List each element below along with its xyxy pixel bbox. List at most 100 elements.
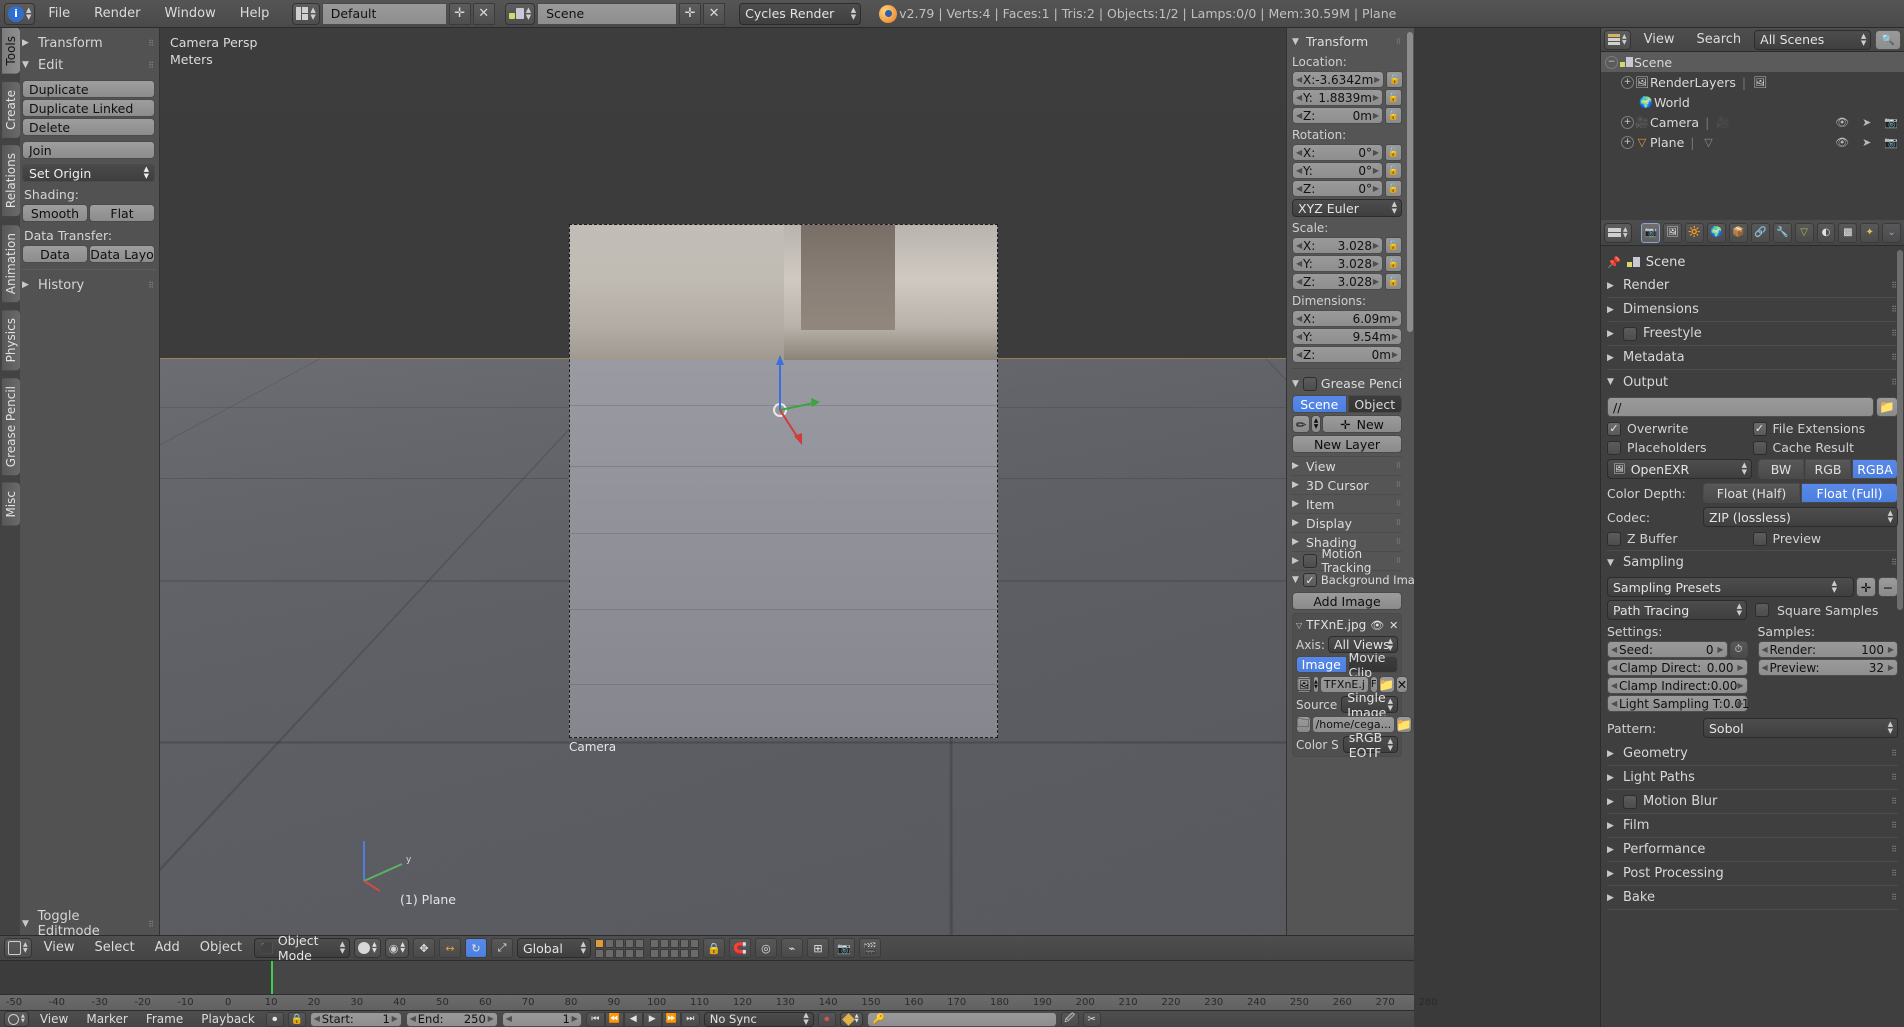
insert-keyframe-icon[interactable]: 🖉 — [1060, 1011, 1079, 1027]
restrict-select-icon[interactable]: ➤ — [1862, 136, 1871, 149]
location-y-field[interactable]: ◀ Y: 1.8839m ▶ — [1292, 89, 1383, 106]
editor-type-selector-3dview[interactable]: ▲ ▼ — [4, 938, 32, 958]
arrow-left-icon[interactable]: ◀ — [1296, 259, 1302, 268]
current-frame-field[interactable]: ◀ 1 ▶ — [501, 1011, 582, 1027]
preview-row[interactable]: Preview — [1752, 531, 1899, 546]
manipulator-translate-icon[interactable]: ↔ — [438, 938, 461, 958]
scale-x-lock-icon[interactable]: 🔓 — [1385, 237, 1402, 254]
channels-rgb-button[interactable]: RGB — [1805, 459, 1851, 479]
menu-render[interactable]: Render — [83, 3, 151, 25]
set-origin-button[interactable]: Set Origin ▲ ▼ — [22, 164, 155, 182]
scale-x-field[interactable]: ◀ X: 3.028 ▶ — [1292, 237, 1383, 254]
panel-transform-header[interactable]: ▶ Transform ⠿ — [22, 32, 155, 54]
location-y-lock-icon[interactable]: 🔓 — [1385, 89, 1402, 106]
square-samples-checkbox[interactable] — [1755, 603, 1769, 617]
proportional-edit-icon[interactable]: ◎ — [754, 938, 777, 958]
editor-type-selector-timeline[interactable]: ▲ ▼ — [4, 1011, 29, 1027]
properties-section-output[interactable]: ▼ Output ⠿ — [1607, 370, 1898, 394]
outliner-menu-view[interactable]: View — [1635, 31, 1684, 49]
properties-tab-render[interactable]: 📷 — [1641, 222, 1661, 243]
npanel-grease-pencil-header[interactable]: ▼ Grease Pencil Layers — [1292, 374, 1402, 393]
restrict-render-icon[interactable]: 📷 — [1884, 136, 1898, 149]
outliner-display-mode-selector[interactable]: All Scenes ▲ ▼ — [1754, 29, 1872, 50]
arrow-right-icon[interactable]: ▶ — [1373, 148, 1379, 157]
add-screen-layout-button[interactable]: ✛ — [448, 2, 471, 25]
integrator-selector[interactable]: Path Tracing ▲ ▼ — [1607, 600, 1747, 620]
duplicate-button[interactable]: Duplicate — [22, 80, 155, 98]
delete-keyframe-icon[interactable]: ✂ — [1082, 1011, 1101, 1027]
unlink-image-icon[interactable]: ✕ — [1395, 676, 1409, 693]
screen-layout-selector[interactable]: ▲ ▼ — [292, 2, 320, 25]
tool-tab-relations[interactable]: Relations — [2, 145, 20, 217]
tool-tab-misc[interactable]: Misc — [2, 483, 20, 526]
manipulator-toggle-icon[interactable]: ✥ — [412, 938, 435, 958]
frame-start-field[interactable]: ◀ Start: 1 ▶ — [309, 1011, 402, 1027]
arrow-left-icon[interactable]: ◀ — [1296, 93, 1302, 102]
record-icon[interactable]: ⏺ — [817, 1011, 836, 1027]
restrict-select-icon[interactable]: ➤ — [1862, 116, 1871, 129]
arrow-left-icon[interactable]: ◀ — [1611, 663, 1617, 672]
properties-tab-data[interactable]: ▽ — [1794, 222, 1814, 243]
npanel-section-display[interactable]: ▶ Display ⠿ — [1292, 513, 1402, 532]
camera-frame[interactable] — [569, 224, 998, 738]
jump-to-start-icon[interactable]: ⏮ — [585, 1011, 605, 1027]
color-depth-full-button[interactable]: Float (Full) — [1801, 483, 1898, 503]
motion-blur-checkbox[interactable] — [1623, 794, 1637, 809]
triangle-down-icon[interactable]: ▽ — [1296, 621, 1302, 630]
properties-section-sampling[interactable]: ▼ Sampling ⠿ — [1607, 550, 1898, 574]
arrow-left-icon[interactable]: ◀ — [1296, 166, 1302, 175]
outliner-search-field[interactable]: 🔍 — [1875, 29, 1901, 50]
3d-view-canvas[interactable]: Camera Persp Meters Camera (1) Plane y — [160, 28, 1414, 935]
chevron-updown-icon[interactable]: ▲ ▼ — [1311, 415, 1321, 433]
keying-set-field[interactable]: 🔑 — [866, 1011, 1057, 1027]
pattern-selector[interactable]: Sobol ▲ ▼ — [1703, 718, 1898, 738]
arrow-right-icon[interactable]: ▶ — [1373, 93, 1379, 102]
z-buffer-checkbox[interactable] — [1607, 531, 1621, 546]
properties-tab-physics[interactable]: ⌄ — [1882, 222, 1902, 243]
manipulator-scale-icon[interactable]: ⤢ — [490, 938, 513, 958]
panel-edit-header[interactable]: ▼ Edit ⠿ — [22, 54, 155, 76]
npanel-section-view[interactable]: ▶ View ⠿ — [1292, 456, 1402, 475]
scale-y-lock-icon[interactable]: 🔓 — [1385, 255, 1402, 272]
file-extensions-checkbox[interactable]: ✓ — [1752, 421, 1767, 436]
scene-name-field[interactable]: Scene — [537, 2, 678, 25]
panel-history-header[interactable]: ▶ History ⠿ — [22, 274, 155, 296]
pin-icon[interactable]: 📌 — [1607, 256, 1621, 269]
properties-section-dimensions[interactable]: ▶ Dimensions ⠿ — [1607, 298, 1898, 322]
location-z-field[interactable]: ◀ Z: 0m ▶ — [1292, 107, 1383, 124]
outliner-row-camera[interactable]: + 🎥 Camera | 🎥 👁 ➤ 📷 — [1601, 112, 1904, 132]
overwrite-checkbox[interactable]: ✓ — [1607, 421, 1621, 436]
arrow-right-icon[interactable]: ▶ — [1392, 332, 1398, 341]
render-engine-selector[interactable]: Cycles Render ▲ ▼ — [739, 2, 862, 25]
arrow-left-icon[interactable]: ◀ — [1296, 332, 1302, 341]
gp-new-layer-button[interactable]: New Layer — [1292, 435, 1402, 453]
auto-keyframe-icon[interactable]: ⏺ — [265, 1011, 284, 1027]
grease-pencil-brush-icon[interactable]: ✏ — [1292, 415, 1310, 433]
arrow-right-icon[interactable]: ▶ — [1392, 350, 1398, 359]
scale-y-field[interactable]: ◀ Y: 3.028 ▶ — [1292, 255, 1383, 272]
timeline-playhead[interactable] — [271, 961, 273, 994]
chevron-updown-icon[interactable]: ▲ ▼ — [1313, 676, 1319, 693]
browse-file-icon[interactable]: 📁 — [1396, 716, 1413, 733]
image-datablock-icon[interactable]: 🖼 — [1296, 676, 1312, 693]
arrow-left-icon[interactable]: ◀ — [1296, 277, 1302, 286]
properties-section-freestyle[interactable]: ▶ Freestyle ⠿ — [1607, 322, 1898, 346]
channels-rgba-button[interactable]: RGBA — [1852, 459, 1898, 479]
render-image-icon[interactable]: 📷 — [832, 938, 855, 958]
keyframe-type-selector[interactable]: ▲ ▼ — [839, 1011, 863, 1027]
arrow-left-icon[interactable]: ◀ — [1296, 111, 1302, 120]
arrow-left-icon[interactable]: ◀ — [1296, 314, 1302, 323]
snap-magnet-icon[interactable]: 🧲 — [728, 938, 751, 958]
tl-menu-frame[interactable]: Frame — [139, 1012, 190, 1027]
grease-pencil-toggle-checkbox[interactable] — [1302, 376, 1317, 391]
next-keyframe-icon[interactable]: ⏩ — [661, 1011, 681, 1027]
editor-type-selector-info[interactable]: i ▲ ▼ — [4, 2, 36, 25]
properties-tab-particles[interactable]: ✦ — [1860, 222, 1880, 243]
play-icon[interactable]: ▶ — [642, 1011, 662, 1027]
motion-tracking-checkbox[interactable] — [1303, 554, 1318, 568]
location-z-lock-icon[interactable]: 🔓 — [1385, 107, 1402, 124]
codec-selector[interactable]: ZIP (lossless) ▲ ▼ — [1703, 507, 1898, 527]
rotation-z-lock-icon[interactable]: 🔓 — [1385, 180, 1402, 197]
vp-menu-view[interactable]: View — [36, 937, 83, 959]
menu-help[interactable]: Help — [229, 3, 281, 25]
